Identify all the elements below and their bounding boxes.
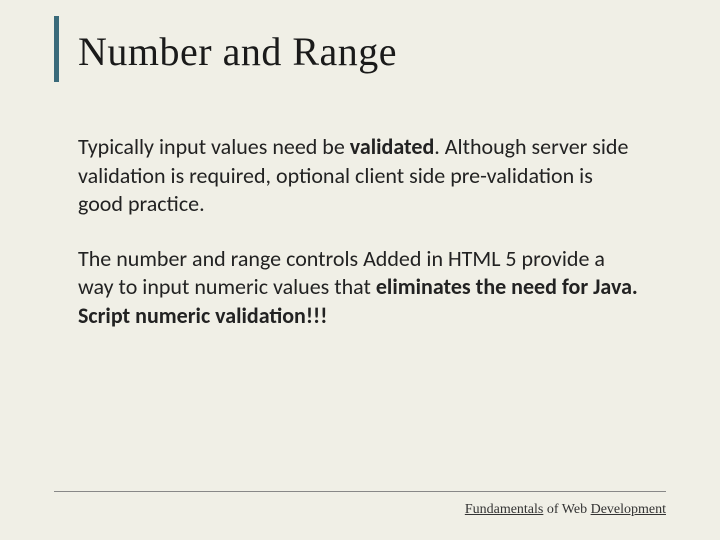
footer-text: Fundamentals of Web Development: [465, 502, 666, 518]
footer-u2: Development: [591, 502, 666, 517]
slide: Number and Range Typically input values …: [0, 0, 720, 540]
accent-bar: [54, 16, 59, 82]
slide-title: Number and Range: [78, 28, 670, 75]
p1-bold: validated: [350, 133, 434, 160]
paragraph-1: Typically input values need be validated…: [78, 133, 638, 219]
footer-divider: [54, 491, 666, 492]
paragraph-2: The number and range controls Added in H…: [78, 245, 638, 331]
footer-mid: of Web: [543, 502, 590, 517]
p1-prefix: Typically input values need be: [78, 133, 350, 160]
footer-u1: Fundamentals: [465, 502, 544, 517]
